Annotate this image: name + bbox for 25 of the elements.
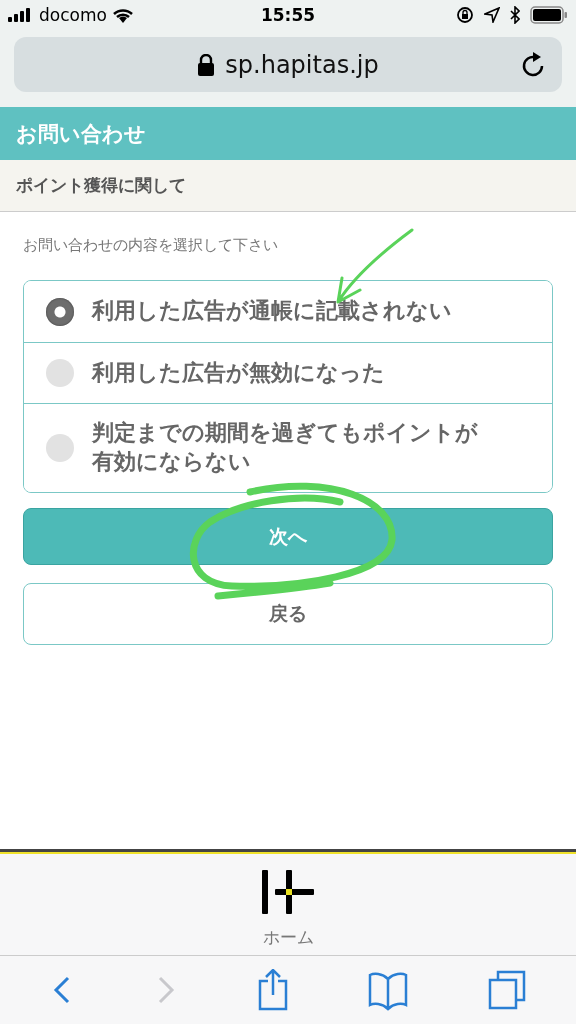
radio-button[interactable] — [46, 297, 74, 326]
lock-icon — [197, 53, 216, 76]
share-icon[interactable] — [258, 969, 288, 1011]
instruction-text: お問い合わせの内容を選択して下さい — [23, 236, 279, 255]
option-label: 判定までの期間を過ぎてもポイントが有効にならない — [92, 419, 479, 476]
page-title: お問い合わせ — [0, 107, 576, 160]
carrier-name: docomo — [39, 5, 107, 25]
address-bar[interactable]: sp.hapitas.jp — [14, 37, 562, 92]
reload-icon[interactable] — [522, 52, 546, 78]
bluetooth-icon — [510, 6, 520, 24]
rotation-lock-icon — [456, 6, 474, 24]
battery-icon — [530, 6, 568, 24]
back-button[interactable]: 戻る — [23, 583, 553, 645]
option-row[interactable]: 判定までの期間を過ぎてもポイントが有効にならない — [24, 403, 552, 492]
location-arrow-icon — [484, 7, 500, 23]
wifi-icon — [111, 7, 134, 23]
option-label: 利用した広告が無効になった — [92, 358, 385, 387]
radio-button[interactable] — [46, 434, 74, 462]
section-heading: ポイント獲得に関して — [0, 160, 576, 212]
option-label: 利用した広告が通帳に記載されない — [92, 297, 452, 326]
home-tab[interactable]: ホーム — [262, 870, 314, 949]
logo-icon — [262, 870, 314, 914]
radio-button[interactable] — [46, 359, 74, 387]
tabs-icon[interactable] — [488, 970, 526, 1010]
clock-time: 15:55 — [260, 5, 316, 25]
